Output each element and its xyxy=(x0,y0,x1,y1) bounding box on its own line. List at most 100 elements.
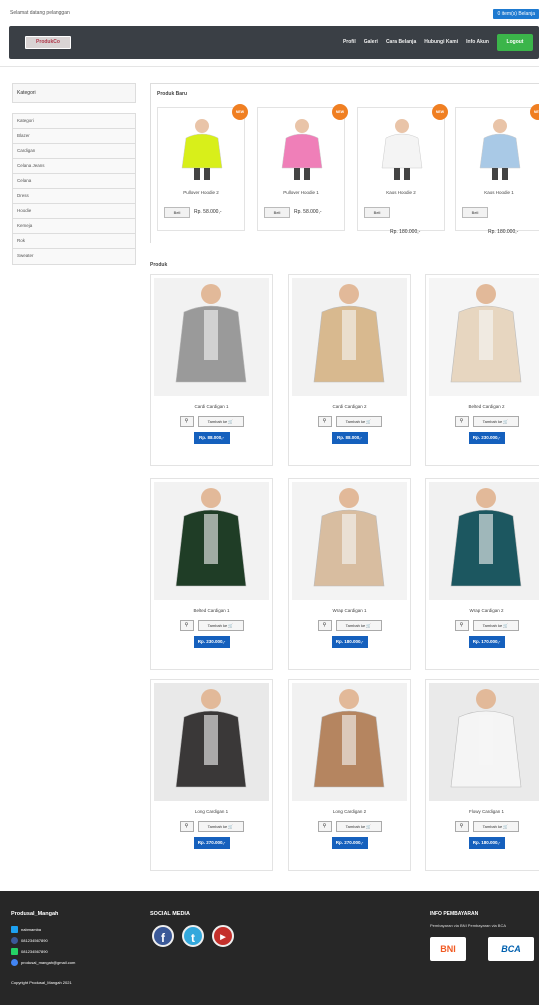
new-product-card[interactable]: NEW Pullover Hoodie 2 Beli Rp. 58.000,- xyxy=(157,104,248,231)
new-product-card[interactable]: NEW Kaos Hoodie 1 Beli Rp. 180.000,- xyxy=(455,104,539,235)
product-image[interactable] xyxy=(372,114,432,182)
product-price: Rp. 58.000,- xyxy=(294,209,322,215)
product-image[interactable] xyxy=(470,114,530,182)
product-card[interactable]: Cardi Cardigan 1 ⚲ Tambah ke 🛒 Rp. 88.000,- xyxy=(150,274,273,466)
category-item[interactable]: Celana xyxy=(13,174,135,189)
product-image[interactable] xyxy=(429,683,539,801)
nav-item-galeri[interactable]: Galeri xyxy=(364,39,378,45)
price-button[interactable]: Rp. 180.000,- xyxy=(468,837,505,849)
search-icon[interactable]: ⚲ xyxy=(317,416,332,427)
category-item[interactable]: Blazer xyxy=(13,129,135,144)
product-name[interactable]: Belted Cardigan 1 xyxy=(151,608,272,613)
product-name[interactable]: Cardi Cardigan 1 xyxy=(151,404,272,409)
product-price: Rp. 58.000,- xyxy=(194,209,222,215)
add-to-cart-button[interactable]: Tambah ke 🛒 xyxy=(472,416,519,427)
product-actions: ⚲ Tambah ke 🛒 xyxy=(151,821,272,832)
buy-button[interactable]: Beli xyxy=(164,207,190,218)
price-button[interactable]: Rp. 170.000,- xyxy=(468,636,505,648)
product-name[interactable]: Wrap Cardigan 1 xyxy=(289,608,410,613)
product-card[interactable]: Belted Cardigan 1 ⚲ Tambah ke 🛒 Rp. 230.000… xyxy=(150,478,273,670)
product-image[interactable] xyxy=(429,482,539,600)
product-image[interactable] xyxy=(292,278,407,396)
youtube-icon[interactable]: ▶ xyxy=(212,925,234,947)
product-name[interactable]: Long Cardigan 1 xyxy=(151,809,272,814)
search-icon[interactable]: ⚲ xyxy=(179,620,194,631)
price-button[interactable]: Rp. 180.000,- xyxy=(331,636,368,648)
product-card[interactable]: Flowy Cardigan 1 ⚲ Tambah ke 🛒 Rp. 180.000,… xyxy=(425,679,539,871)
product-card[interactable]: Long Cardigan 1 ⚲ Tambah ke 🛒 Rp. 270.000,- xyxy=(150,679,273,871)
product-name[interactable]: Wrap Cardigan 2 xyxy=(426,608,539,613)
product-name[interactable]: Pullover Hoodie 2 xyxy=(158,190,244,195)
product-name[interactable]: Cardi Cardigan 2 xyxy=(289,404,410,409)
product-image[interactable] xyxy=(272,114,332,182)
logo[interactable]: ProdukCo xyxy=(25,36,71,49)
product-image[interactable] xyxy=(154,482,269,600)
price-button[interactable]: Rp. 270.000,- xyxy=(193,837,230,849)
product-card[interactable]: Belted Cardigan 2 ⚲ Tambah ke 🛒 Rp. 230.000… xyxy=(425,274,539,466)
cart-button[interactable]: 0 item(s) Belanja xyxy=(493,9,539,19)
price-button[interactable]: Rp. 230.000,- xyxy=(193,636,230,648)
category-item[interactable]: Dress xyxy=(13,189,135,204)
new-product-card[interactable]: NEW Kaos Hoodie 2 Beli Rp. 180.000,- xyxy=(357,104,448,235)
product-image[interactable] xyxy=(154,683,269,801)
add-to-cart-button[interactable]: Tambah ke 🛒 xyxy=(472,821,519,832)
nav-item-profil[interactable]: Profil xyxy=(343,39,356,45)
nav-item-cara-belanja[interactable]: Cara Belanja xyxy=(386,39,416,45)
search-icon[interactable]: ⚲ xyxy=(317,620,332,631)
product-name[interactable]: Flowy Cardigan 1 xyxy=(426,809,539,814)
category-item[interactable]: Celana Jeans xyxy=(13,159,135,174)
price-button[interactable]: Rp. 270.000,- xyxy=(331,837,368,849)
product-name[interactable]: Long Cardigan 2 xyxy=(289,809,410,814)
add-to-cart-button[interactable]: Tambah ke 🛒 xyxy=(335,821,382,832)
product-image[interactable] xyxy=(154,278,269,396)
category-item[interactable]: Cardigan xyxy=(13,144,135,159)
category-item[interactable]: Sweater xyxy=(13,249,135,264)
price-button[interactable]: Rp. 88.000,- xyxy=(193,432,230,444)
new-product-card[interactable]: NEW Pullover Hoodie 1 Beli Rp. 58.000,- xyxy=(257,104,348,231)
add-to-cart-button[interactable]: Tambah ke 🛒 xyxy=(335,416,382,427)
price-button[interactable]: Rp. 230.000,- xyxy=(468,432,505,444)
product-image[interactable] xyxy=(429,278,539,396)
logout-button[interactable]: Logout xyxy=(497,34,533,51)
category-item[interactable]: Rok xyxy=(13,234,135,249)
search-icon[interactable]: ⚲ xyxy=(454,416,469,427)
add-to-cart-button[interactable]: Tambah ke 🛒 xyxy=(197,416,244,427)
product-image[interactable] xyxy=(292,482,407,600)
contact-text: nabmamba xyxy=(21,927,42,932)
search-icon[interactable]: ⚲ xyxy=(179,416,194,427)
category-item[interactable]: Kemeja xyxy=(13,219,135,234)
new-badge: NEW xyxy=(332,104,348,120)
product-card[interactable]: Wrap Cardigan 1 ⚲ Tambah ke 🛒 Rp. 180.000,- xyxy=(288,478,411,670)
contact-line: nabmamba xyxy=(11,926,41,933)
product-image[interactable] xyxy=(292,683,407,801)
nav-item-info-akun[interactable]: Info Akun xyxy=(466,39,489,45)
search-icon[interactable]: ⚲ xyxy=(317,821,332,832)
product-name[interactable]: Kaos Hoodie 1 xyxy=(456,190,539,195)
product-card[interactable]: Long Cardigan 2 ⚲ Tambah ke 🛒 Rp. 270.000,- xyxy=(288,679,411,871)
add-to-cart-button[interactable]: Tambah ke 🛒 xyxy=(472,620,519,631)
product-name[interactable]: Belted Cardigan 2 xyxy=(426,404,539,409)
category-item[interactable]: Kategori xyxy=(13,114,135,129)
add-to-cart-button[interactable]: Tambah ke 🛒 xyxy=(197,821,244,832)
product-name[interactable]: Kaos Hoodie 2 xyxy=(358,190,444,195)
product-name[interactable]: Pullover Hoodie 1 xyxy=(258,190,344,195)
search-icon[interactable]: ⚲ xyxy=(454,620,469,631)
buy-button[interactable]: Beli xyxy=(462,207,488,218)
product-card[interactable]: Wrap Cardigan 2 ⚲ Tambah ke 🛒 Rp. 170.000,- xyxy=(425,478,539,670)
search-icon[interactable]: ⚲ xyxy=(454,821,469,832)
nav-item-hubungi-kami[interactable]: Hubungi Kami xyxy=(424,39,458,45)
product-actions: ⚲ Tambah ke 🛒 xyxy=(289,821,410,832)
price-button[interactable]: Rp. 88.000,- xyxy=(331,432,368,444)
add-to-cart-button[interactable]: Tambah ke 🛒 xyxy=(335,620,382,631)
twitter-icon[interactable]: t xyxy=(182,925,204,947)
category-item[interactable]: Hoodie xyxy=(13,204,135,219)
contact-text: produsal_mangah@gmail.com xyxy=(21,960,76,965)
add-to-cart-label: Tambah ke xyxy=(207,824,228,829)
product-image[interactable] xyxy=(172,114,232,182)
product-card[interactable]: Cardi Cardigan 2 ⚲ Tambah ke 🛒 Rp. 88.000,- xyxy=(288,274,411,466)
buy-button[interactable]: Beli xyxy=(364,207,390,218)
facebook-icon[interactable]: f xyxy=(152,925,174,947)
buy-button[interactable]: Beli xyxy=(264,207,290,218)
add-to-cart-button[interactable]: Tambah ke 🛒 xyxy=(197,620,244,631)
search-icon[interactable]: ⚲ xyxy=(179,821,194,832)
